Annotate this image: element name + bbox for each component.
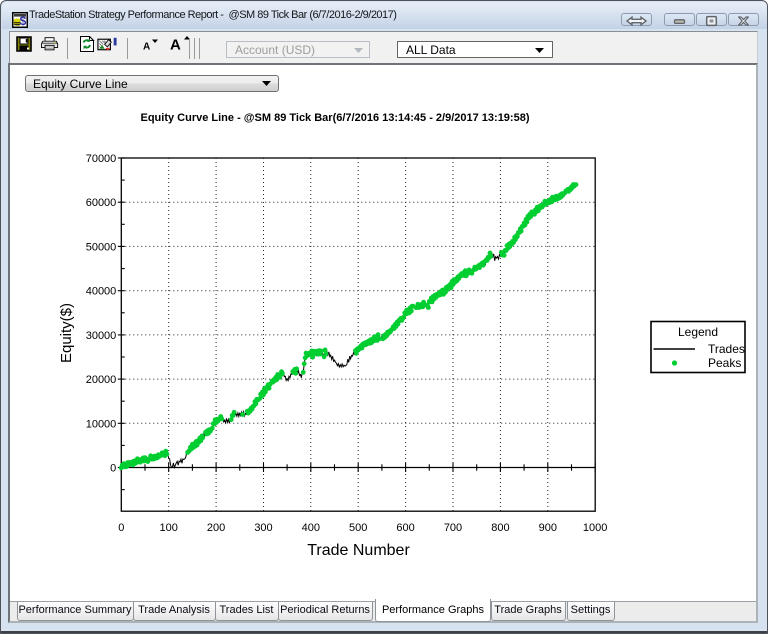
svg-text:Trades: Trades (708, 342, 745, 356)
svg-text:300: 300 (254, 522, 272, 534)
svg-text:Peaks: Peaks (708, 356, 741, 370)
svg-text:900: 900 (539, 522, 557, 534)
svg-text:40000: 40000 (86, 286, 117, 298)
svg-text:700: 700 (444, 522, 462, 534)
svg-text:$: $ (20, 14, 27, 28)
svg-text:100: 100 (160, 522, 178, 534)
svg-text:Equity($): Equity($) (58, 303, 75, 363)
svg-text:800: 800 (491, 522, 509, 534)
svg-text:0: 0 (118, 522, 124, 534)
svg-text:10000: 10000 (86, 418, 117, 430)
svg-text:70000: 70000 (86, 153, 117, 165)
svg-text:0: 0 (110, 463, 116, 475)
svg-text:30000: 30000 (86, 330, 117, 342)
svg-text:600: 600 (396, 522, 414, 534)
svg-text:500: 500 (349, 522, 367, 534)
svg-text:Trade Number: Trade Number (307, 542, 410, 559)
svg-text:A: A (143, 42, 150, 53)
svg-text:A: A (170, 37, 181, 53)
svg-text:200: 200 (207, 522, 225, 534)
svg-text:1000: 1000 (583, 522, 607, 534)
svg-text:60000: 60000 (86, 197, 117, 209)
svg-text:Legend: Legend (678, 325, 718, 339)
svg-text:20000: 20000 (86, 374, 117, 386)
svg-text:50000: 50000 (86, 241, 117, 253)
svg-text:400: 400 (302, 522, 320, 534)
